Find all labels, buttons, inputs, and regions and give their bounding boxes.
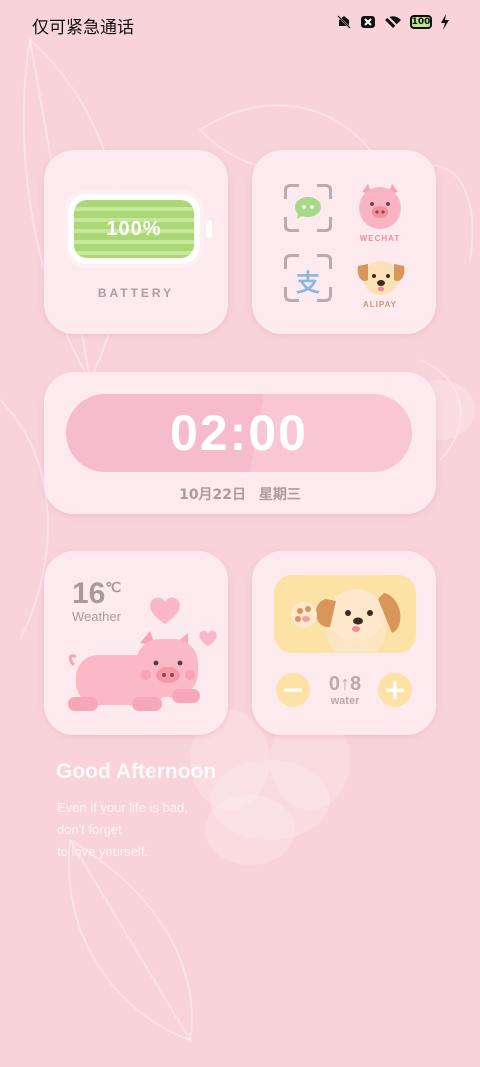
clock-widget[interactable]: 02:00 10月22日 星期三 — [44, 372, 436, 514]
wechat-scan-icon[interactable] — [284, 184, 332, 232]
battery-graphic: 100% — [68, 194, 200, 264]
dog-wave-icon — [291, 589, 401, 653]
water-plus-button[interactable]: + — [378, 673, 412, 707]
alipay-scan-icon[interactable]: 支 — [284, 254, 332, 302]
battery-label: BATTERY — [97, 286, 175, 300]
battery-fill: 100% — [74, 200, 194, 258]
status-bar: 仅可紧急通话 100 — [0, 0, 480, 48]
temperature-unit: ℃ — [105, 579, 122, 595]
greeting-title: Good Afternoon — [56, 760, 217, 783]
vibrate-off-icon — [337, 15, 351, 29]
heart-icon — [150, 597, 180, 624]
greeting-line-2: don't forget — [57, 822, 122, 837]
water-dog-card — [274, 575, 416, 653]
battery-tip — [206, 220, 212, 238]
weather-label: Weather — [72, 609, 121, 624]
carrier-text: 仅可紧急通话 — [32, 18, 134, 38]
water-label: water — [330, 695, 360, 707]
water-widget: − 0↑8 water + — [252, 551, 436, 735]
wechat-icon[interactable] — [356, 182, 404, 230]
clock-time: 02:00 — [170, 405, 308, 461]
clock-date: 10月22日 星期三 — [179, 487, 301, 503]
temperature-value: 16 — [72, 577, 106, 610]
battery-icon: 100 — [410, 15, 432, 29]
status-icons: 100 — [336, 14, 450, 30]
alipay-glyph: 支 — [296, 269, 320, 297]
wechat-label: WECHAT — [359, 234, 401, 243]
wechat-bubble-icon — [295, 197, 321, 219]
alipay-icon[interactable] — [354, 254, 408, 300]
alipay-label: ALIPAY — [362, 300, 397, 309]
weather-widget[interactable]: 16℃ Weather — [44, 551, 228, 735]
battery-widget[interactable]: 100% BATTERY — [44, 150, 228, 334]
pig-icon — [68, 631, 200, 711]
nfc-icon — [361, 16, 375, 28]
water-count: 0↑8 — [328, 673, 362, 695]
apps-widget: WECHAT 支 ALIPAY — [252, 150, 436, 334]
wifi-icon — [385, 15, 401, 30]
clock-pill: 02:00 — [66, 394, 412, 472]
temperature: 16℃ — [72, 577, 121, 611]
water-minus-button[interactable]: − — [276, 673, 310, 707]
charging-icon — [441, 14, 449, 30]
greeting-line-3: to love yourself. — [57, 844, 149, 859]
battery-percent: 100% — [106, 217, 162, 240]
greeting-line-1: Even if your life is bad, — [57, 800, 188, 815]
